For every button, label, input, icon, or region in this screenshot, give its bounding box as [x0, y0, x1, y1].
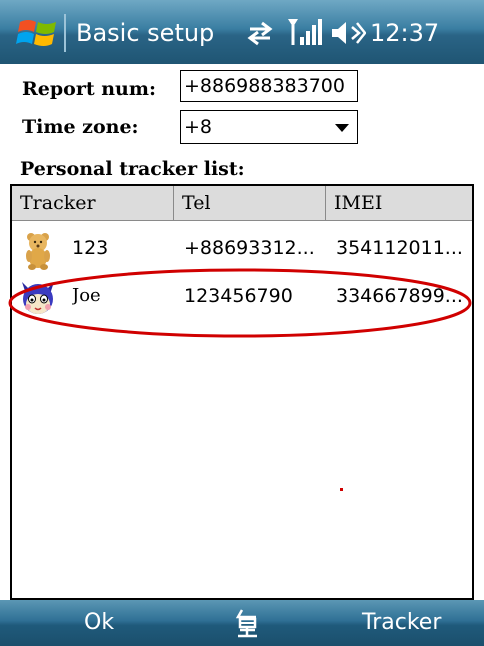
windows-flag-icon[interactable] — [16, 14, 60, 52]
clock[interactable]: 12:37 — [370, 14, 439, 52]
tracker-softkey[interactable]: Tracker — [362, 600, 441, 646]
sync-icon[interactable] — [244, 20, 276, 46]
tracker-table[interactable]: Tracker Tel IMEI 123 +88693312... 354112… — [10, 184, 474, 600]
column-header-imei[interactable]: IMEI — [326, 186, 472, 220]
report-num-label: Report num: — [22, 78, 156, 100]
title-bar: Basic setup 12:37 — [0, 0, 484, 64]
screen: Basic setup 12:37 Report num: +886988383… — [0, 0, 484, 646]
title-divider — [64, 14, 66, 52]
softkey-bar: Ok Tracker — [0, 600, 484, 646]
table-row[interactable]: 123 +88693312... 354112011... — [12, 224, 472, 272]
table-header: Tracker Tel IMEI — [12, 186, 472, 221]
volume-icon[interactable] — [330, 18, 366, 48]
timezone-label: Time zone: — [22, 116, 139, 138]
report-num-input[interactable]: +886988383700 — [180, 70, 358, 102]
bear-avatar-icon — [26, 233, 50, 270]
column-header-tel[interactable]: Tel — [174, 186, 326, 220]
timezone-select[interactable]: +8 — [180, 110, 358, 144]
highlight-ellipse — [8, 268, 472, 338]
column-header-tracker[interactable]: Tracker — [12, 186, 174, 220]
chevron-down-icon[interactable] — [335, 124, 349, 132]
ok-softkey[interactable]: Ok — [84, 600, 114, 646]
tracker-name: 123 — [72, 237, 109, 259]
tracker-tel: +88693312... — [184, 237, 315, 259]
signal-icon[interactable] — [286, 15, 324, 49]
app-title: Basic setup — [76, 19, 215, 47]
keyboard-icon[interactable] — [232, 608, 262, 638]
tracker-imei: 354112011... — [336, 237, 463, 259]
tracker-list-label: Personal tracker list: — [20, 158, 245, 180]
red-dot — [340, 488, 343, 491]
timezone-value: +8 — [184, 116, 213, 138]
